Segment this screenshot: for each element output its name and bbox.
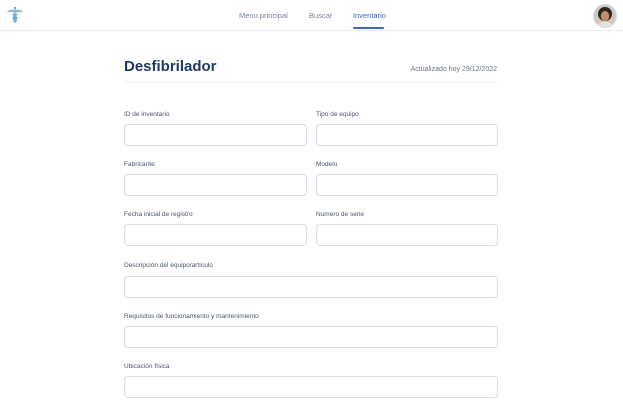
model-input[interactable] [316,174,498,196]
equipment-type-label: Tipo de equipo [316,111,359,118]
description-label: Descripción del equipo/artículo [124,262,213,269]
serial-number-input[interactable] [316,224,498,246]
equipment-type-input[interactable] [316,124,498,146]
nav-item-inventario[interactable]: Inventario [353,11,386,20]
location-input[interactable] [124,376,498,398]
user-avatar-icon [594,5,616,27]
main-nav: Menu principal Buscar Inventario [0,0,623,30]
active-tab-indicator [353,27,384,29]
user-avatar[interactable] [593,4,617,28]
location-label: Ubicación física [124,363,170,370]
manufacturer-label: Fabricante [124,161,155,168]
description-input[interactable] [124,276,498,298]
inventory-id-input[interactable] [124,124,307,146]
start-date-label: Fecha inicial de registro [124,211,193,218]
nav-item-menu-principal[interactable]: Menu principal [239,11,288,20]
model-label: Modelo [316,161,338,168]
inventory-id-label: ID de inventario [124,111,170,118]
page-title: Desfibrilador [124,58,217,75]
nav-item-buscar[interactable]: Buscar [309,11,332,20]
title-divider [124,81,498,82]
start-date-input[interactable] [124,224,307,246]
requirements-input[interactable] [124,326,498,348]
manufacturer-input[interactable] [124,174,307,196]
serial-number-label: Numero de serie [316,211,365,218]
top-navbar: Menu principal Buscar Inventario [0,0,623,31]
requirements-label: Requisitos de funcionamiento y mantenimi… [124,313,259,320]
last-updated-text: Actualizado hoy 29/12/2022 [410,66,497,73]
